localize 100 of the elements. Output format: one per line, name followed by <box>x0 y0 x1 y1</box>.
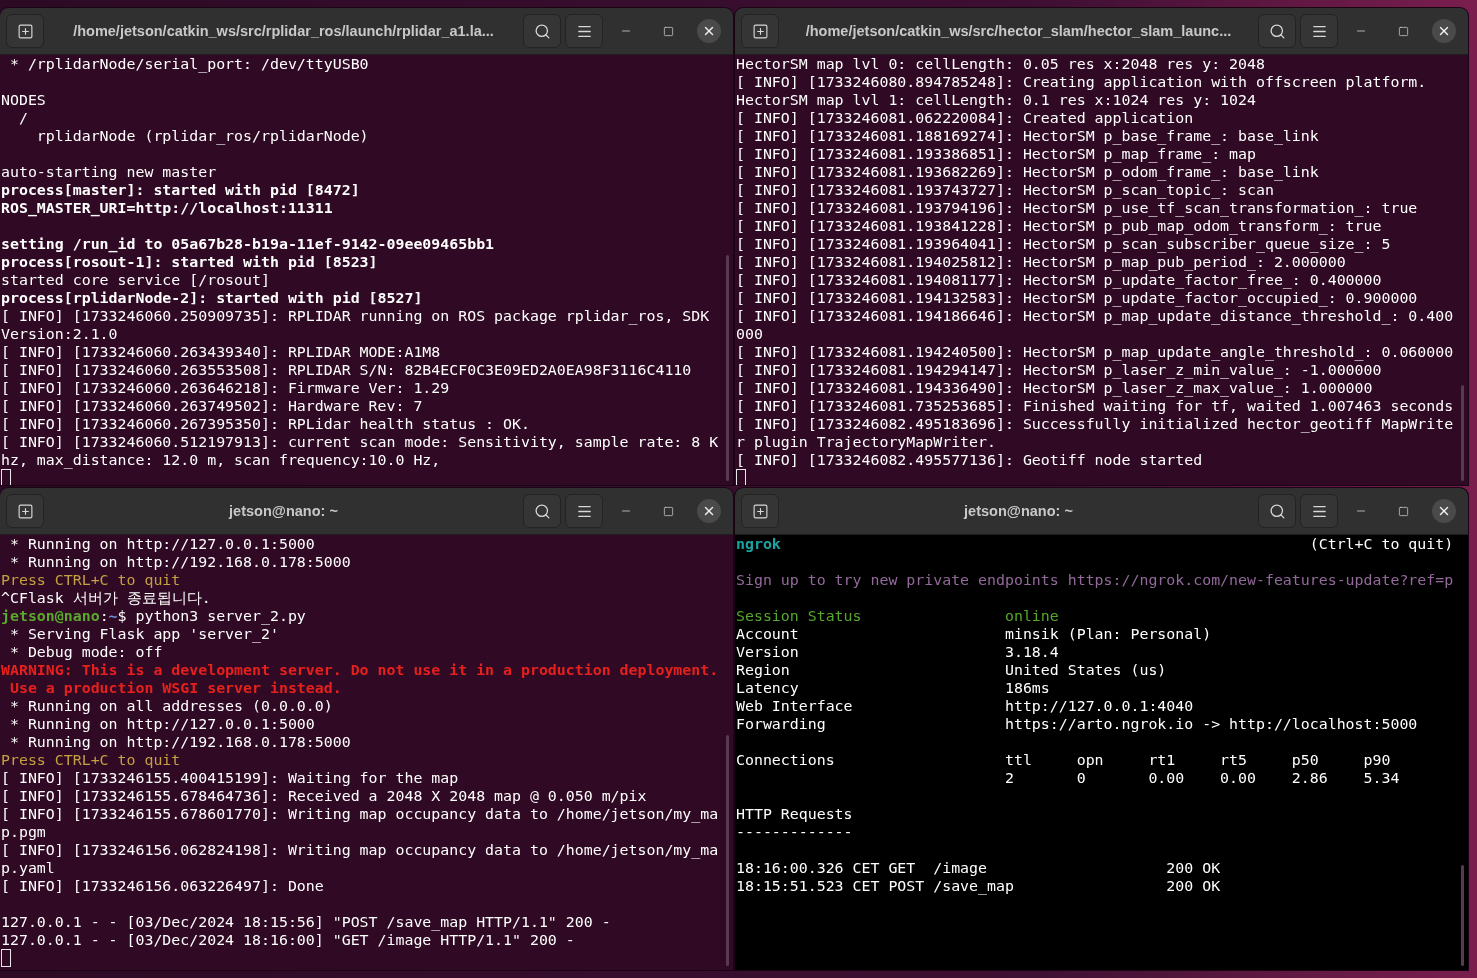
window-title: /home/jetson/catkin_ws/src/rplidar_ros/launch/rplidar_a1.la... <box>73 23 494 39</box>
terminal-line: WARNING: This is a development server. Do not use it in a production deployment. <box>1 661 719 679</box>
terminal-line: [ INFO] [1733246081.193964041]: HectorSM p_scan_subscriber_queue_size_: 5 <box>736 235 1391 253</box>
terminal-line: rplidarNode (rplidar_ros/rplidarNode) <box>35 127 369 145</box>
scrollbar[interactable] <box>1461 865 1464 966</box>
terminal-line: r plugin TrajectoryMapWriter. <box>736 433 996 451</box>
terminal-line: [ INFO] [1733246081.194240500]: HectorSM p_map_update_angle_threshold_: 0.060000 <box>736 343 1454 361</box>
new-tab-button[interactable] <box>741 494 779 528</box>
terminal-line: HectorSM map lvl 0: cellLength: 0.05 res x:2048 res y: 2048 <box>736 55 1265 73</box>
terminal-line: auto-starting new master <box>1 163 217 181</box>
scrollbar[interactable] <box>1461 385 1464 481</box>
menu-button[interactable] <box>565 494 603 528</box>
search-button[interactable] <box>1258 14 1296 48</box>
terminal-line: [ INFO] [1733246060.267395350]: RPLidar health status : OK. <box>1 415 530 433</box>
search-button[interactable] <box>1258 494 1296 528</box>
terminal-line: [ INFO] [1733246060.250909735]: RPLIDAR running on ROS package rplidar_ros, SDK <box>1 307 710 325</box>
terminal-line: [ INFO] [1733246081.193386851]: HectorSM p_map_frame_: map <box>736 145 1256 163</box>
new-tab-button[interactable] <box>6 14 44 48</box>
terminal-line: [ INFO] [1733246081.194025812]: HectorSM p_map_pub_period_: 2.000000 <box>736 253 1346 271</box>
terminal-line: Connections ttl opn rt1 rt5 p50 p90 <box>736 751 1391 769</box>
terminal-line: Version:2.1.0 <box>1 325 118 343</box>
terminal-line: [ INFO] [1733246081.193794196]: HectorSM p_use_tf_scan_transformation_: true <box>736 199 1418 217</box>
terminal-line: Account minsik (Plan: Personal) <box>736 625 1212 643</box>
terminal-line: 18:16:00.326 CET GET /image 200 OK <box>736 859 1221 877</box>
terminal-line: p.yaml <box>1 859 55 877</box>
terminal-line: ngrok (Ctrl+C to quit) <box>736 535 1454 553</box>
close-button[interactable] <box>1432 499 1456 523</box>
terminal-line: 127.0.0.1 - - [03/Dec/2024 18:15:56] "POST /save_map HTTP/1.1" 200 - <box>1 913 611 931</box>
terminal-line: * Running on all addresses (0.0.0.0) <box>8 697 333 715</box>
terminal-line: HTTP Requests <box>736 805 853 823</box>
terminal-line: * Running on http://127.0.0.1:5000 <box>8 535 315 553</box>
search-icon <box>533 22 551 40</box>
terminal-line: * Serving Flask app 'server_2' <box>8 625 279 643</box>
close-button[interactable] <box>1432 19 1456 43</box>
menu-button[interactable] <box>565 14 603 48</box>
terminal-line: Use a production WSGI server instead. <box>8 679 342 697</box>
close-icon <box>702 24 716 38</box>
terminal-line: ^CFlask 서버가 종료됩니다. <box>1 589 211 607</box>
window-title: jetson@nano: ~ <box>229 503 338 519</box>
terminal-line: [ INFO] [1733246156.063226497]: Done <box>1 877 324 895</box>
terminal-line: Sign up to try new private endpoints https://ngrok.com/new-features-update?ref=p <box>736 571 1454 589</box>
terminal-line: [ INFO] [1733246081.194186646]: HectorSM p_map_update_distance_threshold_: 0.400 <box>736 307 1454 325</box>
terminal-line: [ INFO] [1733246060.263553508]: RPLIDAR S/N: 82B4ECF0C3E09ED2A0EA98F3116C4110 <box>1 361 692 379</box>
terminal-line: HectorSM map lvl 1: cellLength: 0.1 res x:1024 res y: 1024 <box>736 91 1256 109</box>
terminal-line: [ INFO] [1733246081.735253685]: Finished waiting for tf, waited 1.007463 seconds <box>736 397 1454 415</box>
terminal-line: setting /run_id to 05a67b28-b19a-11ef-9142-09ee09465bb1 <box>1 235 495 253</box>
terminal-line: Latency 186ms <box>736 679 1050 697</box>
terminal-line: [ INFO] [1733246081.188169274]: HectorSM p_base_frame_: base_link <box>736 127 1319 145</box>
close-button[interactable] <box>697 19 721 43</box>
terminal-line: [ INFO] [1733246082.495577136]: Geotiff node started <box>736 451 1203 469</box>
plus-square-icon <box>751 502 769 520</box>
terminal-line: 18:15:51.523 CET POST /save_map 200 OK <box>736 877 1221 895</box>
terminal-line: [ INFO] [1733246081.194294147]: HectorSM p_laser_z_min_value_: -1.000000 <box>736 361 1382 379</box>
maximize-icon <box>1397 505 1409 517</box>
terminal-line: / <box>17 109 28 127</box>
terminal-line: started core service [/rosout] <box>1 271 270 289</box>
terminal-line: * Running on http://192.168.0.178:5000 <box>8 733 351 751</box>
terminal-line: process[master]: started with pid [8472] <box>1 181 360 199</box>
terminal-line: [ INFO] [1733246082.495183696]: Successfully initialized hector_geotiff MapWrite <box>736 415 1454 433</box>
maximize-icon <box>662 505 674 517</box>
maximize-icon <box>662 25 674 37</box>
close-icon <box>702 504 716 518</box>
terminal-line: Web Interface http://127.0.0.1:4040 <box>736 697 1194 715</box>
terminal-line: [ INFO] [1733246080.894785248]: Creating application with offscreen platform. <box>736 73 1427 91</box>
plus-square-icon <box>16 22 34 40</box>
terminal-line: * Running on http://127.0.0.1:5000 <box>8 715 315 733</box>
terminal-line: hz, max_distance: 12.0 m, scan frequency:10.0 Hz, <box>1 451 441 469</box>
search-button[interactable] <box>523 14 561 48</box>
scrollbar[interactable] <box>726 255 729 481</box>
scrollbar[interactable] <box>726 735 729 966</box>
search-button[interactable] <box>523 494 561 528</box>
menu-button[interactable] <box>1300 494 1338 528</box>
terminal-line: [ INFO] [1733246081.062220084]: Created application <box>736 109 1194 127</box>
terminal-line: ROS_MASTER_URI=http://localhost:11311 <box>1 199 333 217</box>
plus-square-icon <box>751 22 769 40</box>
terminal-line: 000 <box>736 325 763 343</box>
terminal-line: ------------- <box>736 823 853 841</box>
new-tab-button[interactable] <box>6 494 44 528</box>
terminal-line: * Running on http://192.168.0.178:5000 <box>8 553 351 571</box>
terminal-line: Press CTRL+C to quit <box>1 751 181 769</box>
terminal-line: [ INFO] [1733246156.062824198]: Writing map occupancy data to /home/jetson/my_ma <box>1 841 719 859</box>
terminal-line: p.pgm <box>1 823 46 841</box>
terminal-line: * /rplidarNode/serial_port: /dev/ttyUSB0 <box>8 55 369 73</box>
close-button[interactable] <box>697 499 721 523</box>
terminal-line: [ INFO] [1733246081.193743727]: HectorSM p_scan_topic_: scan <box>736 181 1274 199</box>
plus-square-icon <box>16 502 34 520</box>
new-tab-button[interactable] <box>741 14 779 48</box>
window-title: jetson@nano: ~ <box>964 503 1073 519</box>
terminal-line: Forwarding https://arto.ngrok.io -> http://localhost:5000 <box>736 715 1418 733</box>
terminal-line: NODES <box>1 91 46 109</box>
maximize-icon <box>1397 25 1409 37</box>
window-title: /home/jetson/catkin_ws/src/hector_slam/hector_slam_launc... <box>805 23 1232 39</box>
terminal-line: [ INFO] [1733246081.194132583]: HectorSM p_update_factor_occupied_: 0.900000 <box>736 289 1418 307</box>
terminal-line: 127.0.0.1 - - [03/Dec/2024 18:16:00] "GET /image HTTP/1.1" 200 - <box>1 931 575 949</box>
terminal-line: 2 0 0.00 0.00 2.86 5.34 <box>1003 769 1400 787</box>
menu-button[interactable] <box>1300 14 1338 48</box>
search-icon <box>1268 502 1286 520</box>
terminal-line: [ INFO] [1733246155.678464736]: Received a 2048 X 2048 map @ 0.050 m/pix <box>1 787 647 805</box>
terminal-line: Region United States (us) <box>736 661 1167 679</box>
terminal-line: process[rosout-1]: started with pid [8523] <box>1 253 378 271</box>
